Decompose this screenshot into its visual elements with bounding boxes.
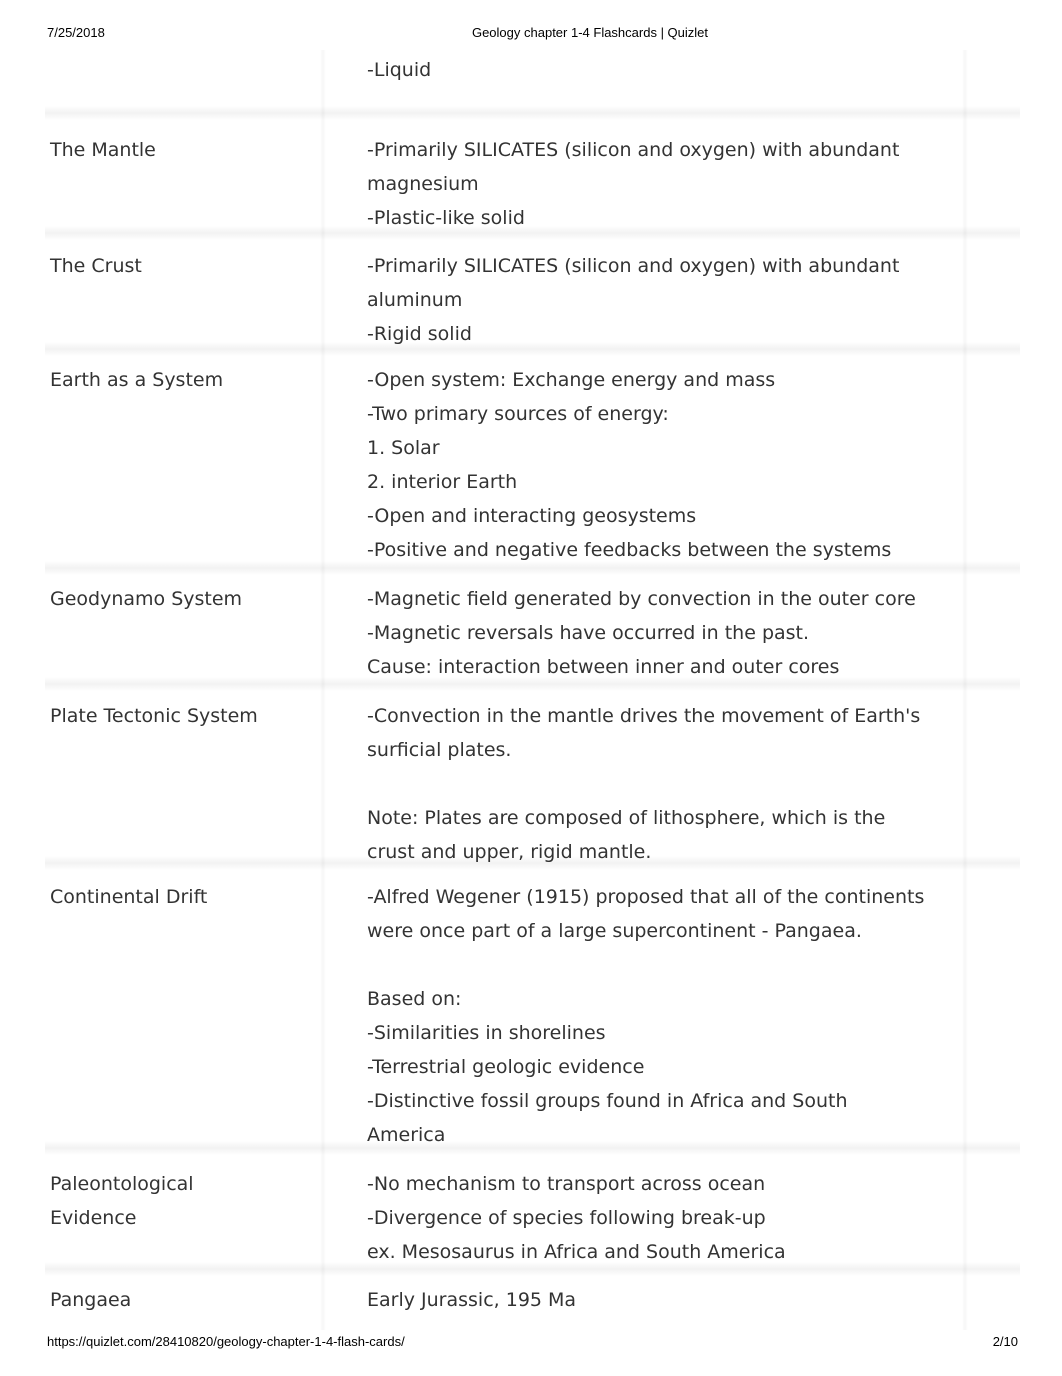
term-line: Continental Drift: [50, 886, 208, 908]
definition-line: ex. Mesosaurus in Africa and South Ameri…: [367, 1241, 786, 1263]
term-line: Paleontological: [50, 1173, 194, 1195]
definition-line: -Primarily SILICATES (silicon and oxygen…: [367, 255, 900, 277]
term-line: Plate Tectonic System: [50, 705, 258, 727]
page-title: Geology chapter 1-4 Flashcards | Quizlet: [471, 25, 709, 40]
card-term: Geodynamo System: [50, 582, 310, 616]
definition-line: [367, 767, 947, 801]
card-term: Pangaea: [50, 1283, 310, 1317]
definition-line: 1. Solar: [367, 437, 440, 459]
definition-line: -Convection in the mantle drives the mov…: [367, 705, 921, 727]
definition-line: -Plastic-like solid: [367, 207, 525, 229]
definition-line: were once part of a large supercontinent…: [367, 920, 862, 942]
definition-line: -Two primary sources of energy:: [367, 403, 669, 425]
card-term: Plate Tectonic System: [50, 699, 310, 733]
card-term: Continental Drift: [50, 880, 310, 914]
definition-line: -Open and interacting geosystems: [367, 505, 697, 527]
card-definition: -Convection in the mantle drives the mov…: [367, 699, 947, 869]
definition-line: -No mechanism to transport across ocean: [367, 1173, 766, 1195]
card-definition: -Magnetic field generated by convection …: [367, 582, 947, 684]
term-line: The Mantle: [50, 139, 156, 161]
definition-line: -Magnetic field generated by convection …: [367, 588, 916, 610]
card-definition: -Liquid: [367, 53, 947, 87]
definition-line: -Primarily SILICATES (silicon and oxygen…: [367, 139, 900, 161]
definition-line: Note: Plates are composed of lithosphere…: [367, 807, 886, 829]
definition-line: -Alfred Wegener (1915) proposed that all…: [367, 886, 925, 908]
term-line: Earth as a System: [50, 369, 224, 391]
definition-line: -Liquid: [367, 59, 432, 81]
definition-line: -Magnetic reversals have occurred in the…: [367, 622, 810, 644]
definition-line: [367, 948, 947, 982]
definition-line: Early Jurassic, 195 Ma: [367, 1289, 577, 1311]
card-definition: -Alfred Wegener (1915) proposed that all…: [367, 880, 947, 1152]
definition-line: -Positive and negative feedbacks between…: [367, 539, 892, 561]
card-term: The Crust: [50, 249, 310, 283]
card-term: Paleontological Evidence: [50, 1167, 310, 1235]
term-line: The Crust: [50, 255, 142, 277]
card-definition: -No mechanism to transport across ocean -…: [367, 1167, 947, 1269]
card-term: The Mantle: [50, 133, 310, 167]
term-line: Geodynamo System: [50, 588, 243, 610]
card-definition: -Primarily SILICATES (silicon and oxygen…: [367, 133, 947, 235]
term-line: Evidence: [50, 1207, 137, 1229]
page-number: 2/10: [992, 1334, 1018, 1349]
definition-line: magnesium: [367, 173, 479, 195]
definition-line: -Similarities in shorelines: [367, 1022, 606, 1044]
definition-line: crust and upper, rigid mantle.: [367, 841, 652, 863]
definition-line: Based on:: [367, 988, 462, 1010]
definition-line: -Rigid solid: [367, 323, 472, 345]
page-url[interactable]: https://quizlet.com/28410820/geology-cha…: [47, 1334, 405, 1349]
definition-line: -Open system: Exchange energy and mass: [367, 369, 776, 391]
definition-line: 2. interior Earth: [367, 471, 518, 493]
definition-line: Cause: interaction between inner and out…: [367, 656, 840, 678]
definition-line: -Distinctive fossil groups found in Afri…: [367, 1090, 848, 1112]
card-term: Earth as a System: [50, 363, 310, 397]
definition-line: America: [367, 1124, 446, 1146]
term-line: Pangaea: [50, 1289, 132, 1311]
definition-line: aluminum: [367, 289, 463, 311]
card-definition: -Open system: Exchange energy and mass -T…: [367, 363, 947, 567]
card-separator: [45, 106, 1020, 120]
card-definition: Early Jurassic, 195 Ma: [367, 1283, 947, 1317]
definition-line: surficial plates.: [367, 739, 512, 761]
card-definition: -Primarily SILICATES (silicon and oxygen…: [367, 249, 947, 351]
definition-line: -Terrestrial geologic evidence: [367, 1056, 645, 1078]
definition-line: -Divergence of species following break-u…: [367, 1207, 766, 1229]
